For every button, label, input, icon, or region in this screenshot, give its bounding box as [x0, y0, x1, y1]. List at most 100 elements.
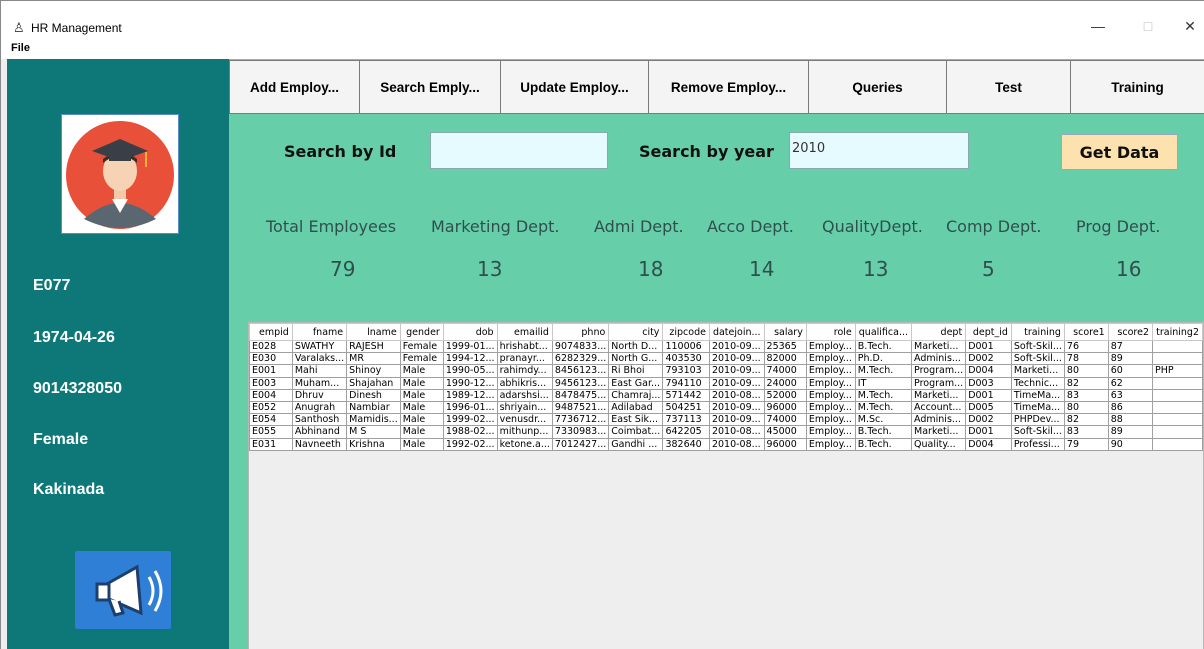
table-cell[interactable]: Coimbat...	[608, 425, 664, 439]
table-cell[interactable]: Employ...	[805, 400, 856, 415]
table-cell[interactable]: M.Tech.	[854, 364, 913, 378]
table-cell[interactable]: Female	[399, 352, 444, 366]
table-cell[interactable]: Mamidis...	[346, 413, 401, 427]
table-cell[interactable]: 382640	[662, 437, 710, 451]
column-header-1[interactable]: fname	[291, 323, 348, 341]
table-row[interactable]: E004 Dhruv Dinesh Male 1989-12... adarshsi...…	[249, 388, 1203, 402]
table-cell[interactable]: 7330983...	[551, 425, 610, 439]
table-cell[interactable]: M.Sc.	[854, 413, 913, 427]
table-cell[interactable]: Employ...	[805, 352, 856, 366]
table-cell[interactable]: 60	[1107, 364, 1154, 378]
table-cell[interactable]: Adilabad	[608, 400, 664, 415]
table-cell[interactable]: Employ...	[805, 364, 856, 378]
table-cell[interactable]: pranayr...	[496, 352, 553, 366]
table-cell[interactable]: 403530	[662, 352, 710, 366]
table-cell[interactable]: 2010-09...	[708, 413, 765, 427]
table-cell[interactable]: RAJESH	[346, 339, 401, 354]
table-cell[interactable]: Ri Bhoi	[608, 364, 664, 378]
table-cell[interactable]: abhikris...	[496, 376, 553, 390]
table-cell[interactable]: 737113	[662, 413, 710, 427]
table-cell[interactable]: Program...	[911, 364, 967, 378]
table-cell[interactable]: D001	[965, 388, 1012, 402]
table-cell[interactable]: Soft-Skil...	[1010, 339, 1065, 354]
table-cell[interactable]: 82	[1063, 413, 1109, 427]
column-header-14[interactable]: dept_id	[965, 323, 1012, 341]
table-cell[interactable]: 83	[1063, 425, 1109, 439]
table-cell[interactable]: 2010-09...	[708, 352, 765, 366]
table-cell[interactable]: 1999-02...	[442, 413, 498, 427]
column-header-17[interactable]: score2	[1107, 323, 1154, 341]
table-cell[interactable]: Dinesh	[346, 388, 401, 402]
table-cell[interactable]: D004	[965, 364, 1012, 378]
table-cell[interactable]: Anugrah	[291, 400, 348, 415]
table-cell[interactable]: Santhosh	[291, 413, 348, 427]
table-cell[interactable]: Varalaks...	[291, 352, 348, 366]
menu-file[interactable]: File	[11, 42, 30, 54]
maximize-button[interactable]: □	[1133, 17, 1163, 35]
table-cell[interactable]: 8456123...	[551, 364, 610, 378]
table-cell[interactable]: 8478475...	[551, 388, 610, 402]
table-cell[interactable]: 89	[1107, 425, 1154, 439]
table-cell[interactable]: 45000	[763, 425, 807, 439]
table-cell[interactable]: D004	[965, 437, 1012, 451]
table-cell[interactable]: D005	[965, 400, 1012, 415]
table-cell[interactable]: 24000	[763, 376, 807, 390]
table-cell[interactable]: 1996-01...	[442, 400, 498, 415]
table-cell[interactable]: 76	[1063, 339, 1109, 354]
table-cell[interactable]: 110006	[662, 339, 710, 354]
table-cell[interactable]: Employ...	[805, 376, 856, 390]
table-cell[interactable]: Employ...	[805, 425, 856, 439]
tab-training[interactable]: Training	[1070, 60, 1204, 114]
table-cell[interactable]: Employ...	[805, 437, 856, 451]
table-cell[interactable]: 82000	[763, 352, 807, 366]
announcement-button[interactable]	[75, 551, 171, 629]
table-cell[interactable]: 642205	[662, 425, 710, 439]
tab-queries[interactable]: Queries	[808, 60, 946, 114]
table-cell[interactable]: D001	[965, 425, 1012, 439]
table-row[interactable]: E001 Mahi Shinoy Male 1990-05... rahimdy... 84…	[249, 364, 1203, 378]
table-cell[interactable]: Abhinand	[291, 425, 348, 439]
table-cell[interactable]: Dhruv	[291, 388, 348, 402]
table-cell[interactable]: M.Tech.	[854, 388, 913, 402]
table-cell[interactable]: Employ...	[805, 388, 856, 402]
table-cell[interactable]: 96000	[763, 400, 807, 415]
table-cell[interactable]: Male	[399, 376, 444, 390]
table-cell[interactable]: Navneeth	[291, 437, 348, 451]
table-cell[interactable]: SWATHY	[291, 339, 348, 354]
table-cell[interactable]: B.Tech.	[854, 425, 913, 439]
column-header-7[interactable]: city	[608, 323, 664, 341]
table-cell[interactable]: E004	[249, 388, 293, 402]
column-header-6[interactable]: phno	[551, 323, 610, 341]
table-cell[interactable]	[1152, 352, 1203, 366]
table-cell[interactable]: E052	[249, 400, 293, 415]
table-cell[interactable]: 74000	[763, 413, 807, 427]
table-cell[interactable]: Female	[399, 339, 444, 354]
table-cell[interactable]	[1152, 376, 1203, 390]
table-cell[interactable]: 2010-08...	[708, 425, 765, 439]
table-cell[interactable]	[1152, 339, 1203, 354]
table-cell[interactable]: Adminis...	[911, 352, 967, 366]
get-data-button[interactable]: Get Data	[1061, 134, 1178, 170]
table-cell[interactable]: Shinoy	[346, 364, 401, 378]
column-header-15[interactable]: training	[1010, 323, 1065, 341]
table-cell[interactable]: Employ...	[805, 413, 856, 427]
table-cell[interactable]: 80	[1063, 400, 1109, 415]
table-cell[interactable]: 88	[1107, 413, 1154, 427]
table-cell[interactable]: PHPDev...	[1010, 413, 1065, 427]
close-button[interactable]: ✕	[1175, 17, 1204, 35]
table-cell[interactable]: venusdr...	[496, 413, 553, 427]
table-cell[interactable]: 83	[1063, 388, 1109, 402]
column-header-9[interactable]: datejoin...	[708, 323, 765, 341]
table-cell[interactable]: MR	[346, 352, 401, 366]
table-cell[interactable]: 794110	[662, 376, 710, 390]
table-cell[interactable]: TimeMa...	[1010, 388, 1065, 402]
tab-add-employee[interactable]: Add Employ...	[229, 60, 359, 114]
table-cell[interactable]: 90	[1107, 437, 1154, 451]
table-cell[interactable]: Ph.D.	[854, 352, 913, 366]
table-cell[interactable]: 82	[1063, 376, 1109, 390]
table-cell[interactable]: Male	[399, 425, 444, 439]
table-cell[interactable]: 7736712...	[551, 413, 610, 427]
tab-update-employee[interactable]: Update Employ...	[500, 60, 648, 114]
table-cell[interactable]: 2010-08...	[708, 437, 765, 451]
table-cell[interactable]: B.Tech.	[854, 437, 913, 451]
